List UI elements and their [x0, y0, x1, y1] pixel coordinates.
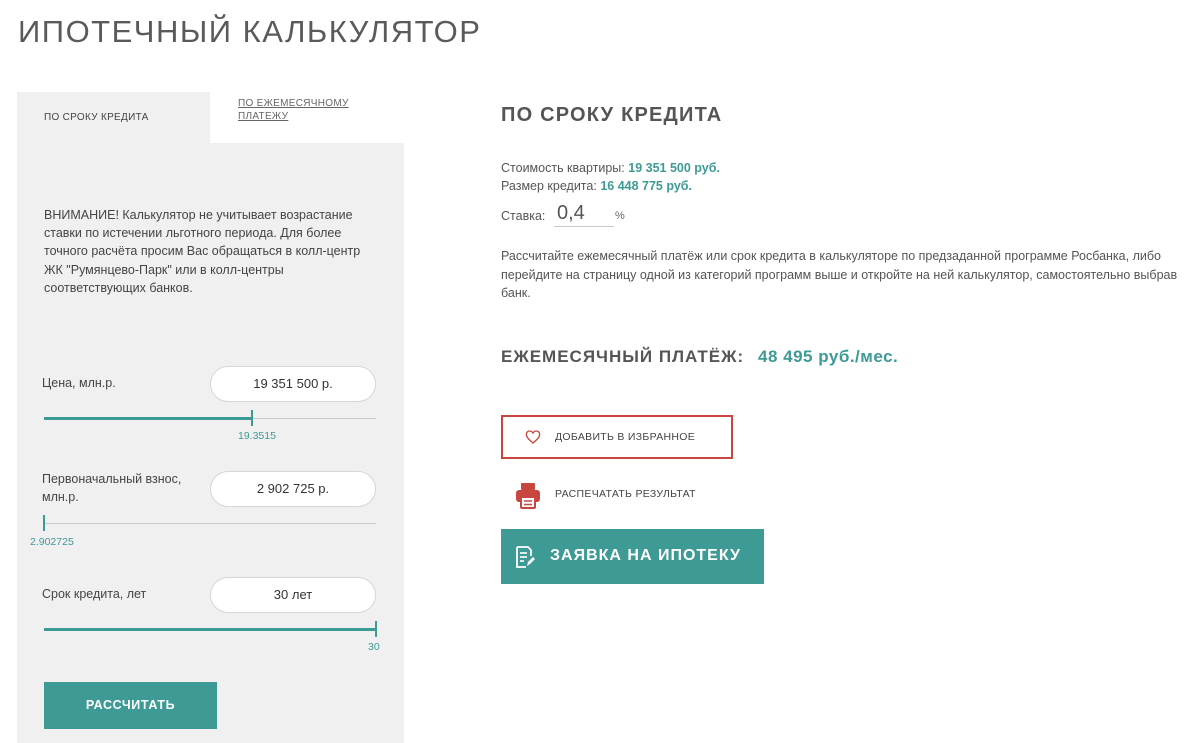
page-title: ИПОТЕЧНЫЙ КАЛЬКУЛЯТОР — [18, 14, 482, 49]
price-slider[interactable] — [44, 410, 376, 426]
warning-text: ВНИМАНИЕ! Калькулятор не учитывает возра… — [44, 208, 361, 295]
print-result-button[interactable]: РАСПЕЧАТАТЬ РЕЗУЛЬТАТ — [513, 480, 743, 510]
calculate-button[interactable]: РАССЧИТАТЬ — [44, 682, 217, 729]
price-input[interactable]: 19 351 500 р. — [210, 366, 376, 402]
tab-by-term[interactable]: ПО СРОКУ КРЕДИТА — [17, 92, 210, 144]
monthly-payment-value: 48 495 руб./мес. — [758, 347, 899, 366]
printer-icon — [516, 483, 540, 509]
print-result-label: РАСПЕЧАТАТЬ РЕЗУЛЬТАТ — [555, 488, 696, 500]
monthly-payment-label: ЕЖЕМЕСЯЧНЫЙ ПЛАТЁЖ: — [501, 347, 745, 366]
down-payment-slider-value: 2.902725 — [30, 536, 74, 548]
description-text: Рассчитайте ежемесячный платёж или срок … — [501, 249, 1178, 300]
mortgage-application-label: ЗАЯВКА НА ИПОТЕКУ — [550, 547, 741, 564]
loan-value: 16 448 775 руб. — [600, 179, 692, 193]
mortgage-application-button[interactable]: ЗАЯВКА НА ИПОТЕКУ — [501, 529, 764, 584]
down-payment-slider-handle[interactable] — [43, 515, 45, 531]
cost-label: Стоимость квартиры: — [501, 161, 625, 175]
rate-label: Ставка: — [501, 209, 546, 223]
down-payment-input[interactable]: 2 902 725 р. — [210, 471, 376, 507]
price-label: Цена, млн.р. — [42, 376, 116, 390]
price-slider-value: 19.3515 — [238, 430, 276, 442]
term-slider[interactable] — [44, 621, 377, 637]
tab-by-monthly-payment[interactable]: ПО ЕЖЕМЕСЯЧНОМУ ПЛАТЕЖУ — [238, 97, 378, 123]
cost-value: 19 351 500 руб. — [628, 161, 720, 175]
term-slider-handle[interactable] — [375, 621, 377, 637]
term-slider-value: 30 — [368, 641, 380, 653]
heart-icon — [525, 430, 541, 444]
document-edit-icon — [516, 546, 535, 568]
term-label: Срок кредита, лет — [42, 587, 147, 601]
tab-by-term-label: ПО СРОКУ КРЕДИТА — [44, 112, 149, 123]
term-slider-fill — [44, 628, 376, 631]
loan-label: Размер кредита: — [501, 179, 597, 193]
rate-unit: % — [615, 210, 625, 222]
cost-line: Стоимость квартиры: 19 351 500 руб. — [501, 161, 720, 175]
rate-input[interactable]: 0,4 — [554, 199, 614, 227]
price-slider-handle[interactable] — [250, 410, 253, 426]
down-payment-slider[interactable] — [43, 515, 376, 531]
down-payment-label: Первоначальный взнос, млн.р. — [42, 472, 182, 504]
loan-line: Размер кредита: 16 448 775 руб. — [501, 179, 692, 193]
result-title: ПО СРОКУ КРЕДИТА — [501, 104, 723, 126]
add-to-favorites-label: ДОБАВИТЬ В ИЗБРАННОЕ — [555, 431, 696, 443]
add-to-favorites-button[interactable]: ДОБАВИТЬ В ИЗБРАННОЕ — [501, 415, 733, 459]
term-input[interactable]: 30 лет — [210, 577, 376, 613]
price-slider-fill — [44, 417, 252, 420]
